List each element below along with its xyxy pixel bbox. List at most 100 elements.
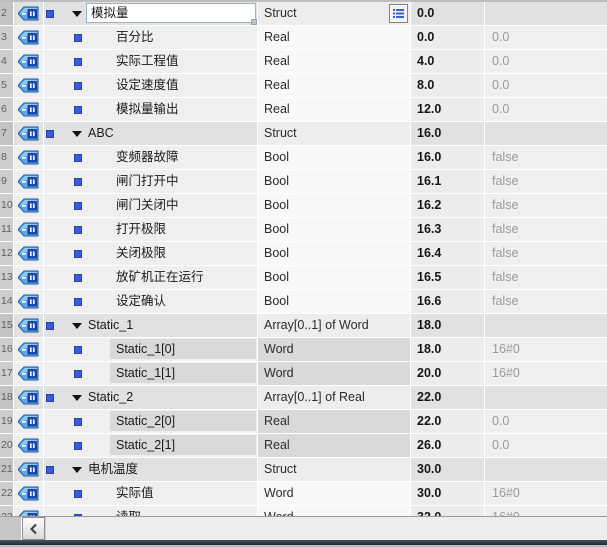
data-type-cell[interactable]: Real bbox=[258, 74, 411, 97]
data-type-cell[interactable]: Bool bbox=[258, 266, 411, 289]
member-name[interactable]: 模拟量输出 bbox=[116, 98, 256, 120]
data-type-cell[interactable]: Word bbox=[258, 482, 411, 505]
start-value-cell[interactable]: 0.0 bbox=[485, 50, 607, 73]
member-name-cell[interactable]: 闸门关闭中 bbox=[44, 194, 258, 217]
member-name[interactable]: 打开极限 bbox=[116, 218, 256, 240]
start-value-cell[interactable]: false bbox=[485, 266, 607, 289]
row-number[interactable]: 11 bbox=[0, 218, 14, 241]
member-name-cell[interactable]: Static_1[0] bbox=[44, 338, 258, 361]
row-number[interactable]: 4 bbox=[0, 50, 14, 73]
row-number[interactable]: 15 bbox=[0, 314, 14, 337]
member-name[interactable]: 放矿机正在运行 bbox=[116, 266, 256, 288]
start-value-cell[interactable]: 0.0 bbox=[485, 98, 607, 121]
table-row[interactable]: 8 变频器故障 Bool bbox=[0, 146, 607, 170]
table-row[interactable]: 3 百分比 Real bbox=[0, 26, 607, 50]
data-type-cell[interactable]: Bool bbox=[258, 146, 411, 169]
table-row[interactable]: 23 读取 Word bbox=[0, 506, 607, 516]
member-name-cell[interactable]: Static_2 bbox=[44, 386, 258, 409]
offset-cell[interactable]: 16.4 bbox=[411, 242, 485, 265]
offset-cell[interactable]: 0.0 bbox=[411, 2, 485, 25]
start-value-cell[interactable]: 0.0 bbox=[485, 434, 607, 457]
offset-cell[interactable]: 22.0 bbox=[411, 386, 485, 409]
member-name[interactable]: 关闭极限 bbox=[116, 242, 256, 264]
member-name-cell[interactable]: 实际值 bbox=[44, 482, 258, 505]
row-number[interactable]: 20 bbox=[0, 434, 14, 457]
data-type-cell[interactable]: Struct bbox=[258, 2, 411, 25]
row-number[interactable]: 23 bbox=[0, 506, 14, 516]
member-name[interactable]: Static_2[0] bbox=[110, 411, 256, 431]
row-number[interactable]: 10 bbox=[0, 194, 14, 217]
row-number[interactable]: 16 bbox=[0, 338, 14, 361]
start-value-cell[interactable] bbox=[485, 122, 607, 145]
offset-cell[interactable]: 0.0 bbox=[411, 26, 485, 49]
member-name[interactable]: 闸门打开中 bbox=[116, 170, 256, 192]
member-name-cell[interactable]: 变频器故障 bbox=[44, 146, 258, 169]
member-name[interactable]: 设定速度值 bbox=[116, 74, 256, 96]
start-value-cell[interactable]: 16#0 bbox=[485, 506, 607, 516]
resize-handle[interactable] bbox=[251, 19, 257, 25]
row-number[interactable]: 12 bbox=[0, 242, 14, 265]
start-value-cell[interactable] bbox=[485, 386, 607, 409]
member-name[interactable]: 设定确认 bbox=[116, 290, 256, 312]
row-number[interactable]: 13 bbox=[0, 266, 14, 289]
browse-button[interactable] bbox=[389, 4, 408, 23]
data-type-cell[interactable]: Real bbox=[258, 26, 411, 49]
collapse-arrow-icon[interactable] bbox=[72, 467, 82, 473]
member-name[interactable]: Static_1 bbox=[88, 314, 256, 336]
row-number[interactable]: 18 bbox=[0, 386, 14, 409]
member-name[interactable]: Static_1[1] bbox=[110, 363, 256, 383]
member-name[interactable]: 变频器故障 bbox=[116, 146, 256, 168]
row-number[interactable]: 22 bbox=[0, 482, 14, 505]
table-row[interactable]: 15 Static_1 Array[0..1] of Word bbox=[0, 314, 607, 338]
offset-cell[interactable]: 30.0 bbox=[411, 458, 485, 481]
row-number[interactable]: 8 bbox=[0, 146, 14, 169]
member-name-cell[interactable]: 实际工程值 bbox=[44, 50, 258, 73]
member-name-cell[interactable]: 设定速度值 bbox=[44, 74, 258, 97]
member-name-cell[interactable]: 电机温度 bbox=[44, 458, 258, 481]
data-type-cell[interactable]: Bool bbox=[258, 194, 411, 217]
table-row[interactable]: 22 实际值 Word bbox=[0, 482, 607, 506]
offset-cell[interactable]: 30.0 bbox=[411, 482, 485, 505]
offset-cell[interactable]: 20.0 bbox=[411, 362, 485, 385]
table-row[interactable]: 13 放矿机正在运行 Bool bbox=[0, 266, 607, 290]
data-type-cell[interactable]: Word bbox=[258, 338, 411, 361]
offset-cell[interactable]: 26.0 bbox=[411, 434, 485, 457]
data-type-cell[interactable]: Real bbox=[258, 410, 411, 433]
member-name-cell[interactable]: Static_2[0] bbox=[44, 410, 258, 433]
start-value-cell[interactable] bbox=[485, 2, 607, 25]
offset-cell[interactable]: 16.1 bbox=[411, 170, 485, 193]
table-row[interactable]: 9 闸门打开中 Bool bbox=[0, 170, 607, 194]
member-name-cell[interactable]: Static_2[1] bbox=[44, 434, 258, 457]
member-name[interactable]: Static_2 bbox=[88, 386, 256, 408]
data-type-cell[interactable]: Real bbox=[258, 98, 411, 121]
table-row[interactable]: 6 模拟量输出 Real bbox=[0, 98, 607, 122]
member-name-cell[interactable]: 读取 bbox=[44, 506, 258, 516]
start-value-cell[interactable]: false bbox=[485, 146, 607, 169]
collapse-arrow-icon[interactable] bbox=[72, 11, 82, 17]
member-name-cell[interactable]: 闸门打开中 bbox=[44, 170, 258, 193]
data-type-cell[interactable]: Real bbox=[258, 434, 411, 457]
data-type-cell[interactable]: Array[0..1] of Word bbox=[258, 314, 411, 337]
table-row[interactable]: 14 设定确认 Bool bbox=[0, 290, 607, 314]
start-value-cell[interactable]: 0.0 bbox=[485, 410, 607, 433]
row-number[interactable]: 3 bbox=[0, 26, 14, 49]
data-type-cell[interactable]: Bool bbox=[258, 290, 411, 313]
row-number[interactable]: 17 bbox=[0, 362, 14, 385]
member-name[interactable]: 模拟量 bbox=[86, 3, 256, 23]
start-value-cell[interactable]: 16#0 bbox=[485, 338, 607, 361]
row-number[interactable]: 14 bbox=[0, 290, 14, 313]
start-value-cell[interactable]: 0.0 bbox=[485, 74, 607, 97]
row-number[interactable]: 21 bbox=[0, 458, 14, 481]
member-name-cell[interactable]: ABC bbox=[44, 122, 258, 145]
start-value-cell[interactable]: 0.0 bbox=[485, 26, 607, 49]
offset-cell[interactable]: 12.0 bbox=[411, 98, 485, 121]
data-type-cell[interactable]: Struct bbox=[258, 458, 411, 481]
data-type-cell[interactable]: Word bbox=[258, 506, 411, 516]
offset-cell[interactable]: 8.0 bbox=[411, 74, 485, 97]
collapse-arrow-icon[interactable] bbox=[72, 323, 82, 329]
data-type-cell[interactable]: Real bbox=[258, 50, 411, 73]
scrollbar-track[interactable] bbox=[45, 517, 607, 540]
member-name-cell[interactable]: Static_1[1] bbox=[44, 362, 258, 385]
data-type-cell[interactable]: Struct bbox=[258, 122, 411, 145]
member-name[interactable]: 读取 bbox=[116, 506, 256, 516]
